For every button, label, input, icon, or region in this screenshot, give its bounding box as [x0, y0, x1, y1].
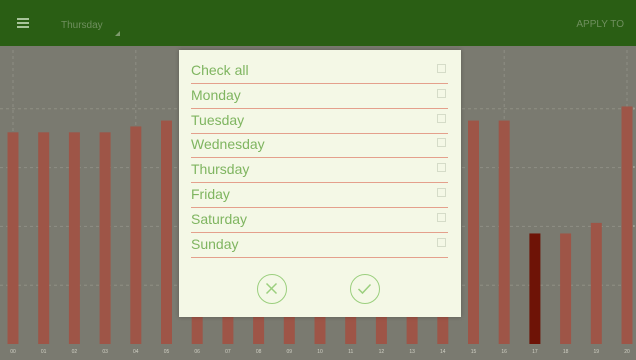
close-circle-icon	[265, 282, 278, 295]
day-option-row[interactable]: Saturday	[191, 208, 448, 233]
day-checkbox[interactable]	[437, 64, 446, 73]
x-tick-label: 13	[409, 349, 415, 355]
x-tick-label: 07	[225, 349, 231, 355]
day-select-dialog: Check all Monday Tuesday Wednesday Thursday F…	[179, 50, 461, 317]
x-tick-label: 20	[624, 349, 630, 355]
temperature-bar[interactable]	[590, 222, 602, 344]
x-tick-label: 15	[471, 349, 477, 355]
temperature-bar[interactable]	[560, 233, 572, 344]
apply-to-button[interactable]: APPLY TO	[576, 19, 624, 30]
x-tick-label: 14	[440, 349, 446, 355]
temperature-bar[interactable]	[498, 120, 510, 344]
day-option-row[interactable]: Wednesday	[191, 133, 448, 159]
temperature-bar[interactable]	[68, 132, 80, 344]
day-option-row[interactable]: Monday	[191, 84, 448, 109]
check-circle-icon	[357, 283, 372, 295]
day-option-label: Thursday	[191, 161, 250, 178]
x-tick-label: 02	[72, 349, 78, 355]
temperature-bar[interactable]	[468, 120, 479, 344]
x-tick-label: 01	[41, 349, 47, 355]
day-checkbox[interactable]	[437, 163, 446, 173]
x-tick-label: 12	[379, 349, 385, 355]
temperature-bar[interactable]	[99, 132, 111, 344]
day-option-label: Check all	[191, 62, 249, 78]
day-option-label: Wednesday	[191, 136, 265, 153]
app-bar: Thursday APPLY TO	[0, 0, 636, 46]
temperature-bar[interactable]	[621, 106, 633, 344]
cancel-button[interactable]	[257, 274, 287, 304]
hamburger-icon[interactable]	[17, 18, 29, 28]
x-tick-label: 08	[256, 349, 262, 355]
day-option-row[interactable]: Check all	[191, 59, 448, 84]
day-checkbox[interactable]	[437, 88, 446, 98]
day-option-label: Friday	[191, 186, 230, 202]
temperature-bar[interactable]	[529, 233, 541, 344]
dropdown-arrow-icon[interactable]	[115, 31, 120, 36]
x-tick-label: 09	[287, 349, 293, 355]
x-tick-label: 06	[194, 349, 200, 355]
temperature-bar[interactable]	[38, 132, 50, 344]
x-tick-label: 16	[501, 349, 507, 355]
temperature-bar[interactable]	[130, 126, 142, 344]
day-option-row[interactable]: Sunday	[191, 233, 448, 258]
x-tick-label: 03	[102, 349, 108, 355]
day-option-row[interactable]: Thursday	[191, 158, 448, 184]
x-tick-label: 10	[317, 349, 323, 355]
day-option-row[interactable]: Friday	[191, 183, 448, 208]
day-checkbox[interactable]	[437, 113, 446, 123]
x-tick-label: 17	[532, 349, 538, 355]
x-tick-label: 18	[563, 349, 569, 355]
x-tick-label: 05	[164, 349, 170, 355]
x-tick-label: 00	[10, 349, 16, 355]
day-checkbox[interactable]	[437, 237, 446, 247]
x-tick-label: 04	[133, 349, 139, 355]
day-dropdown[interactable]: Thursday	[61, 20, 103, 31]
day-option-row[interactable]: Tuesday	[191, 109, 448, 134]
temperature-bar[interactable]	[161, 120, 172, 344]
day-option-label: Sunday	[191, 235, 239, 252]
x-tick-label: 19	[594, 349, 600, 355]
day-option-label: Tuesday	[191, 111, 245, 128]
x-tick-label: 11	[348, 349, 353, 355]
day-checkbox[interactable]	[437, 188, 446, 197]
day-option-label: Monday	[191, 86, 241, 103]
day-checkbox[interactable]	[437, 138, 446, 148]
day-option-label: Saturday	[191, 210, 248, 227]
confirm-button[interactable]	[350, 274, 380, 304]
day-checkbox[interactable]	[437, 212, 446, 222]
temperature-bar[interactable]	[7, 132, 19, 344]
